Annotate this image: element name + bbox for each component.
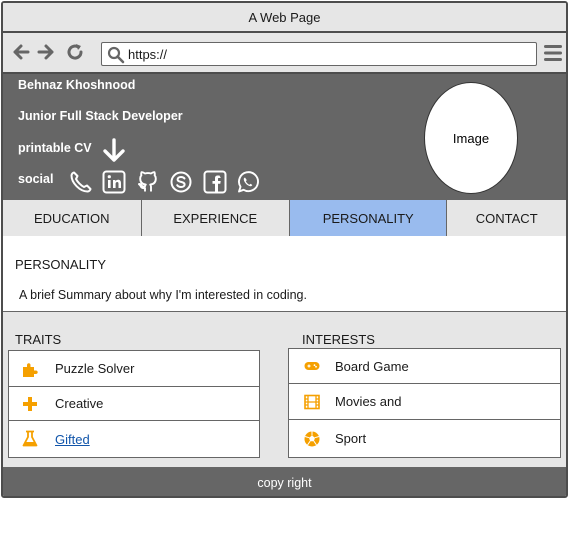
profile-photo: Image [424,82,518,194]
traits-interests-panel: TRAITS INTERESTS Puzzle Solver Creative … [3,311,566,468]
list-item-label: Movies and [335,394,402,409]
list-item-label: Sport [335,431,367,446]
footer-text: copy right [257,476,312,490]
skype-icon[interactable] [169,170,193,194]
social-label: social [18,172,54,186]
tab-label: EXPERIENCE [173,210,258,226]
tab-experience[interactable]: EXPERIENCE [141,200,290,236]
flask-icon [22,430,38,447]
section-tabs: EDUCATION EXPERIENCE PERSONALITY CONTACT [3,200,566,236]
arrow-right-icon [37,44,54,60]
tab-education[interactable]: EDUCATION [3,200,142,236]
hamburger-menu-icon[interactable] [543,43,563,63]
section-title: PERSONALITY [15,257,107,272]
browser-navbar: https:// [3,33,566,74]
list-item: Sport [289,420,560,457]
interests-list: Board Game Movies and Sport [288,348,561,458]
gifted-link[interactable]: Gifted [55,432,90,447]
list-item: Puzzle Solver [9,351,259,387]
back-button[interactable] [10,41,32,63]
address-bar[interactable]: https:// [101,42,537,66]
download-arrow-icon[interactable] [102,138,126,164]
profile-name: Behnaz Khoshnood [18,78,136,92]
list-item: Creative [9,387,259,421]
page-footer: copy right [3,468,566,496]
reload-icon [67,44,83,60]
tab-label: PERSONALITY [322,210,414,226]
whatsapp-icon[interactable] [236,170,260,194]
ball-icon [304,431,320,446]
linkedin-icon[interactable] [102,170,126,194]
tab-personality[interactable]: PERSONALITY [289,200,448,236]
traits-heading: TRAITS [15,332,62,347]
plus-icon [23,396,37,411]
traits-list: Puzzle Solver Creative Gifted [8,350,260,458]
github-icon[interactable] [136,170,160,194]
photo-label: Image [452,130,490,146]
reload-button[interactable] [64,41,86,63]
puzzle-icon [23,362,38,377]
tab-label: EDUCATION [33,210,110,226]
list-item: Movies and [289,384,560,420]
tab-contact[interactable]: CONTACT [447,200,566,236]
profile-role: Junior Full Stack Developer [18,109,183,123]
search-icon [107,46,125,64]
profile-header: Behnaz Khoshnood Junior Full Stack Devel… [3,74,566,200]
printable-cv-link[interactable]: printable CV [18,141,92,155]
list-item-label: Creative [55,396,104,411]
phone-icon[interactable] [69,170,93,194]
film-icon [304,394,320,409]
facebook-icon[interactable] [203,170,227,194]
browser-window: A Web Page https:// Behnaz Khoshnood Jun… [1,1,568,498]
list-item-label: Board Game [335,358,409,374]
list-item[interactable]: Gifted [9,421,259,457]
forward-button[interactable] [35,41,57,63]
window-title: A Web Page [248,9,321,25]
gamepad-icon [304,362,320,370]
summary-text: A brief Summary about why I'm interested… [19,288,307,302]
url-text: https:// [128,47,168,62]
list-item-label: Puzzle Solver [55,361,135,376]
arrow-left-icon [13,44,30,60]
window-titlebar: A Web Page [3,3,566,33]
list-item: Board Game [289,349,560,384]
interests-heading: INTERESTS [302,332,375,347]
tab-label: CONTACT [475,210,538,226]
